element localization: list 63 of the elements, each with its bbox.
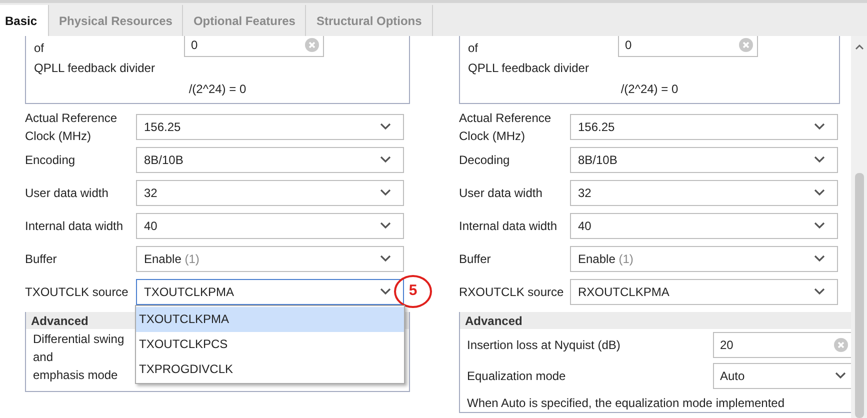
field-label: Insertion loss at Nyquist (dB) <box>467 336 622 354</box>
section-header: Advanced <box>460 312 851 329</box>
chevron-down-icon <box>380 255 391 262</box>
dropdown-select[interactable]: 8B/10B <box>570 146 838 172</box>
clear-icon[interactable] <box>305 38 319 52</box>
chevron-down-icon <box>814 222 825 229</box>
field-label: QPLL feedback divider <box>468 60 590 77</box>
dropdown-select[interactable]: 8B/10B <box>136 146 404 172</box>
number-field[interactable]: 0 <box>184 36 324 57</box>
dropdown-select[interactable]: Enable (1) <box>136 246 404 272</box>
dropdown-option[interactable]: TXOUTCLKPMA <box>136 306 404 332</box>
field-label: Differential swing and emphasis mode <box>33 331 126 384</box>
chevron-down-icon <box>814 189 825 196</box>
field-label: Decoding <box>459 152 511 168</box>
field-label: Encoding <box>25 152 76 168</box>
field-label: QPLL feedback divider <box>34 60 156 77</box>
help-text: When Auto is specified, the equalization mode implemented <box>466 395 786 412</box>
number-field[interactable]: 0 <box>618 36 758 57</box>
field-label: Buffer <box>459 250 492 268</box>
text-field[interactable]: 20 <box>713 332 851 358</box>
chevron-down-icon <box>380 288 391 295</box>
dropdown-select[interactable]: Auto <box>713 362 851 388</box>
chevron-down-icon <box>380 222 391 229</box>
field-label: TXOUTCLK source <box>25 284 130 300</box>
dropdown-option[interactable]: TXPROGDIVCLK <box>136 356 404 382</box>
scroll-up-icon[interactable] <box>854 44 864 50</box>
annotation-circle: 5 <box>394 275 432 308</box>
field-label: Equalization mode <box>467 368 567 384</box>
field-label: of <box>34 40 46 57</box>
chevron-down-icon <box>835 372 846 379</box>
formula-text: /(2^24) = 0 <box>188 81 248 98</box>
chevron-down-icon <box>380 189 391 196</box>
field-label: RXOUTCLK source <box>459 284 565 300</box>
formula-text: /(2^24) = 0 <box>620 81 680 98</box>
field-label: Buffer <box>25 250 58 268</box>
dropdown-select[interactable]: 40 <box>570 212 838 238</box>
dropdown-select[interactable]: 156.25 <box>570 114 838 140</box>
field-label: User data width <box>25 184 110 202</box>
dropdown-option[interactable]: TXOUTCLKPCS <box>136 332 404 356</box>
field-label: User data width <box>459 184 544 202</box>
field-label: Actual Reference Clock (MHz) <box>459 110 552 144</box>
field-label: Internal data width <box>25 218 124 234</box>
dropdown-select[interactable]: 40 <box>136 212 404 238</box>
clear-icon[interactable] <box>739 38 753 52</box>
dropdown-select[interactable]: RXOUTCLKPMA <box>570 278 838 304</box>
scrollbar-thumb[interactable] <box>854 173 864 418</box>
chevron-down-icon <box>814 288 825 295</box>
dropdown-select[interactable]: TXOUTCLKPMA <box>136 278 404 304</box>
dropdown-select[interactable]: Enable (1) <box>570 246 838 272</box>
tab[interactable]: Basic <box>0 5 50 36</box>
chevron-down-icon <box>814 255 825 262</box>
field-label: Actual Reference Clock (MHz) <box>25 110 118 144</box>
scrollbar[interactable] <box>851 36 867 418</box>
dropdown-select[interactable]: 32 <box>136 180 404 206</box>
chevron-down-icon <box>814 156 825 163</box>
chevron-down-icon <box>814 123 825 130</box>
field-label: of <box>468 40 480 57</box>
chevron-down-icon <box>380 156 391 163</box>
chevron-down-icon <box>380 123 391 130</box>
field-label: Internal data width <box>459 218 558 234</box>
clear-icon[interactable] <box>834 338 848 352</box>
dropdown-select[interactable]: 156.25 <box>136 114 404 140</box>
dropdown-select[interactable]: 32 <box>570 180 838 206</box>
